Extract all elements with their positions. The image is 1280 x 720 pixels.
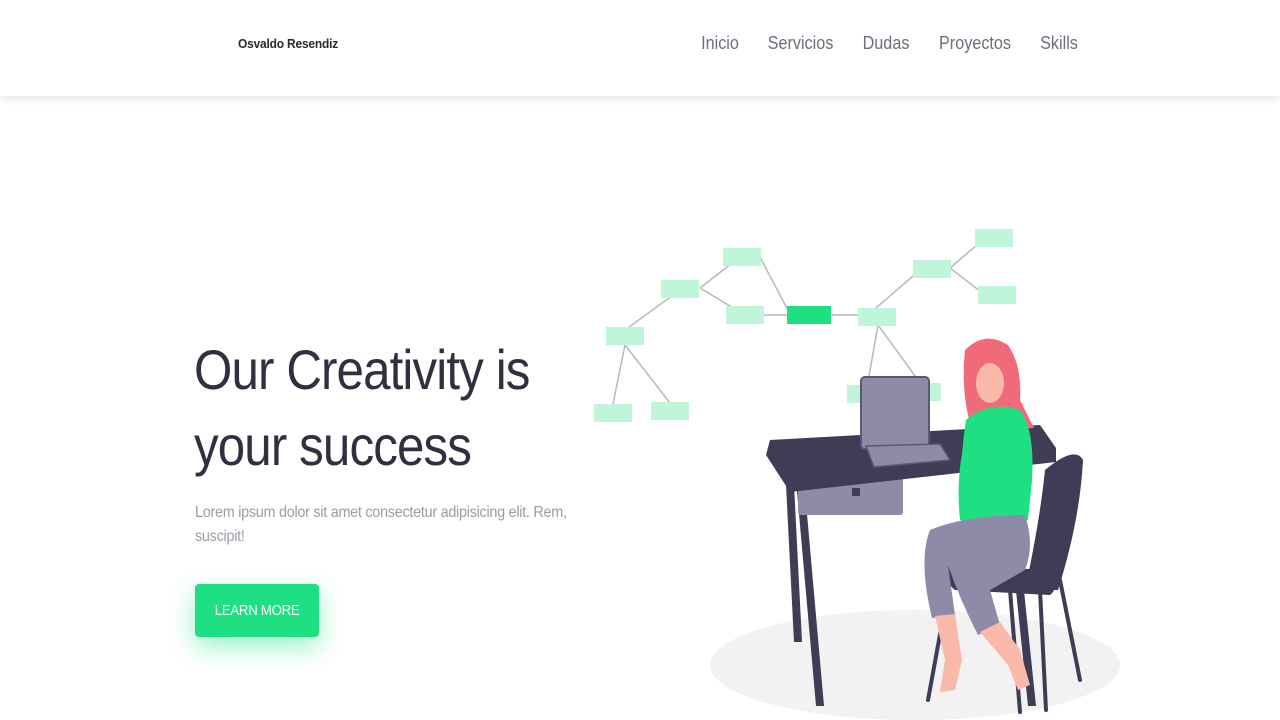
hero-title: Our Creativity is your success bbox=[194, 332, 564, 484]
nav-links: Inicio Servicios Dudas Proyectos Skills bbox=[699, 33, 1080, 54]
laptop-screen bbox=[860, 376, 930, 450]
floor-shadow bbox=[710, 610, 1120, 720]
hero-description: Lorem ipsum dolor sit amet consectetur a… bbox=[195, 504, 567, 545]
mindmap-node bbox=[661, 280, 699, 298]
nav-link-skills[interactable]: Skills bbox=[1040, 33, 1078, 54]
mindmap-node bbox=[978, 286, 1016, 304]
mindmap-node bbox=[606, 327, 644, 345]
learn-more-button[interactable]: LEARN MORE bbox=[195, 584, 319, 637]
nav-link-inicio[interactable]: Inicio bbox=[701, 33, 739, 54]
mindmap-node bbox=[651, 402, 689, 420]
nav-link-proyectos[interactable]: Proyectos bbox=[939, 33, 1011, 54]
hero-title-line-2: your success bbox=[194, 414, 472, 477]
mindmap-node bbox=[723, 248, 761, 266]
navbar: Osvaldo Resendiz Inicio Servicios Dudas … bbox=[0, 0, 1280, 96]
mindmap-nodes bbox=[594, 229, 1016, 422]
mindmap-node-active bbox=[787, 306, 831, 324]
face bbox=[976, 363, 1004, 403]
mindmap-node bbox=[858, 308, 896, 326]
mindmap-node bbox=[594, 404, 632, 422]
nav-link-dudas[interactable]: Dudas bbox=[863, 33, 910, 54]
hero-illustration bbox=[594, 229, 1120, 720]
mindmap-node bbox=[913, 260, 951, 278]
brand-logo[interactable]: Osvaldo Resendiz bbox=[238, 36, 338, 51]
nav-link-servicios[interactable]: Servicios bbox=[768, 33, 834, 54]
hero-title-line-1: Our Creativity is bbox=[194, 338, 530, 401]
mindmap-node bbox=[726, 306, 764, 324]
mindmap-node bbox=[975, 229, 1013, 247]
